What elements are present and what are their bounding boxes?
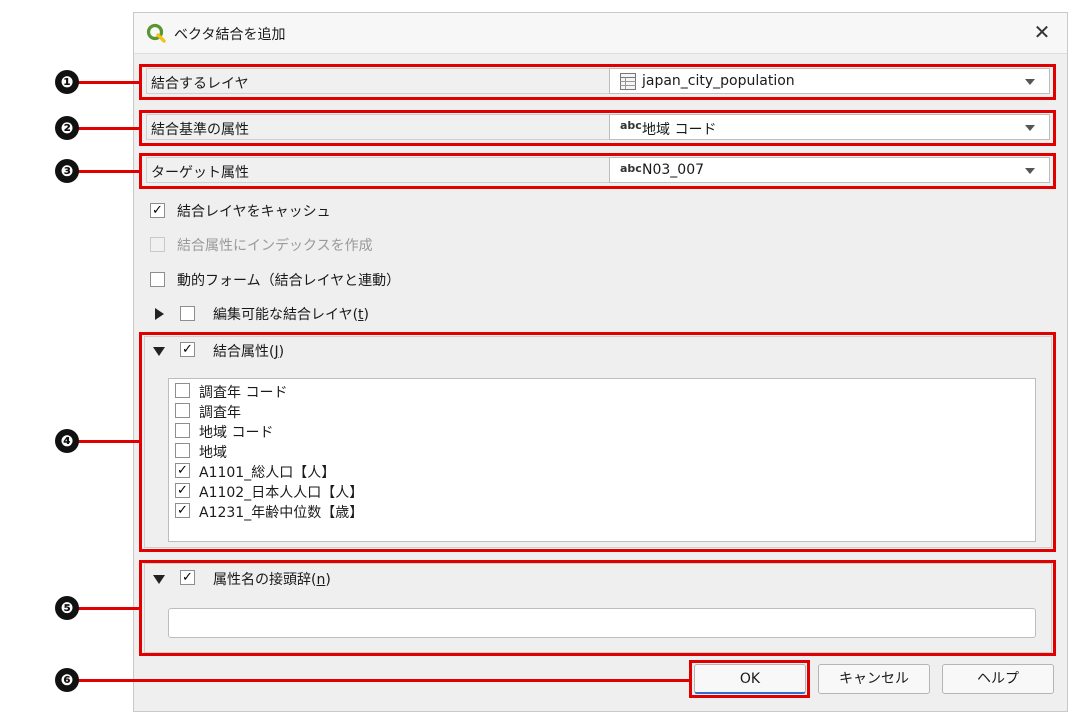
- callout-number-4: ❹: [55, 429, 79, 453]
- list-item[interactable]: 地域 コード: [175, 421, 575, 441]
- field-checkbox[interactable]: [175, 403, 190, 418]
- target-field-value: N03_007: [642, 162, 705, 178]
- collapse-down-icon[interactable]: [153, 347, 165, 356]
- qgis-logo: [146, 23, 166, 43]
- field-checkbox[interactable]: ✓: [175, 503, 190, 518]
- field-checkbox[interactable]: ✓: [175, 483, 190, 498]
- cache-checkbox[interactable]: ✓: [150, 203, 165, 218]
- field-label: 地域 コード: [199, 425, 274, 441]
- table-icon: [620, 73, 636, 90]
- string-type-icon: abc: [620, 119, 642, 132]
- field-label: A1101_総人口【人】: [199, 465, 336, 481]
- target-field-combo[interactable]: abc N03_007: [609, 157, 1050, 183]
- ok-button[interactable]: OK: [694, 664, 806, 694]
- join-layer-combo[interactable]: japan_city_population: [609, 68, 1050, 94]
- collapse-down-icon[interactable]: [153, 575, 165, 584]
- dialog-title: ベクタ結合を追加: [174, 27, 286, 43]
- callout-number-6: ❻: [55, 668, 79, 692]
- field-label: 調査年 コード: [199, 385, 288, 401]
- field-label: 調査年: [199, 405, 241, 421]
- callout-line-4: [78, 440, 140, 443]
- string-type-icon: abc: [620, 162, 642, 175]
- callout-line-3: [78, 170, 140, 173]
- callout-line-2: [78, 127, 140, 130]
- join-layer-row: 結合するレイヤ japan_city_population: [146, 68, 1050, 94]
- title-bar: ベクタ結合を追加 ✕: [134, 13, 1067, 54]
- callout-line-5: [78, 607, 140, 610]
- target-field-label: ターゲット属性: [151, 165, 249, 181]
- help-button[interactable]: ヘルプ: [942, 664, 1054, 694]
- list-item[interactable]: ✓ A1101_総人口【人】: [175, 461, 575, 481]
- callout-number-1: ❶: [55, 70, 79, 94]
- field-label: A1102_日本人人口【人】: [199, 485, 364, 501]
- join-field-label: 結合基準の属性: [151, 122, 249, 138]
- join-layer-value: japan_city_population: [642, 73, 795, 89]
- join-field-combo[interactable]: abc 地域 コード: [609, 114, 1050, 140]
- dynamic-form-checkbox[interactable]: [150, 272, 165, 287]
- callout-number-5: ❺: [55, 596, 79, 620]
- callout-line-1: [78, 81, 140, 84]
- expand-right-icon[interactable]: [155, 308, 164, 320]
- list-item[interactable]: 調査年: [175, 401, 575, 421]
- index-checkbox[interactable]: [150, 237, 165, 252]
- editable-layer-label: 編集可能な結合レイヤ(t): [213, 307, 370, 323]
- join-field-row: 結合基準の属性 abc 地域 コード: [146, 114, 1050, 140]
- join-layer-label: 結合するレイヤ: [151, 76, 249, 92]
- list-item[interactable]: 調査年 コード: [175, 381, 575, 401]
- close-button[interactable]: ✕: [1029, 19, 1055, 45]
- callout-line-6: [78, 679, 690, 682]
- cache-label: 結合レイヤをキャッシュ: [177, 204, 331, 220]
- dynamic-form-label: 動的フォーム（結合レイヤと連動）: [177, 273, 401, 289]
- chevron-down-icon: [1025, 168, 1035, 174]
- field-label: A1231_年齢中位数【歳】: [199, 505, 364, 521]
- field-checkbox[interactable]: [175, 383, 190, 398]
- join-field-value: 地域 コード: [642, 122, 717, 138]
- editable-layer-checkbox[interactable]: [180, 306, 195, 321]
- joined-fields-checkbox[interactable]: ✓: [180, 342, 195, 357]
- field-checkbox[interactable]: [175, 423, 190, 438]
- joined-fields-label: 結合属性(J): [213, 344, 285, 360]
- index-label: 結合属性にインデックスを作成: [177, 238, 373, 254]
- joined-fields-list[interactable]: 調査年 コード 調査年 地域 コード 地域 ✓ A1101_総人口【人】 ✓ A…: [168, 378, 1036, 542]
- cancel-button[interactable]: キャンセル: [818, 664, 930, 694]
- chevron-down-icon: [1025, 125, 1035, 131]
- target-field-row: ターゲット属性 abc N03_007: [146, 157, 1050, 183]
- callout-number-2: ❷: [55, 116, 79, 140]
- list-item[interactable]: 地域: [175, 441, 575, 461]
- field-label: 地域: [199, 445, 227, 461]
- prefix-input[interactable]: [168, 608, 1036, 638]
- field-checkbox[interactable]: [175, 443, 190, 458]
- chevron-down-icon: [1025, 79, 1035, 85]
- prefix-label: 属性名の接頭辞(n): [213, 572, 331, 588]
- list-item[interactable]: ✓ A1231_年齢中位数【歳】: [175, 501, 575, 521]
- callout-number-3: ❸: [55, 159, 79, 183]
- list-item[interactable]: ✓ A1102_日本人人口【人】: [175, 481, 575, 501]
- field-checkbox[interactable]: ✓: [175, 463, 190, 478]
- prefix-checkbox[interactable]: ✓: [180, 570, 195, 585]
